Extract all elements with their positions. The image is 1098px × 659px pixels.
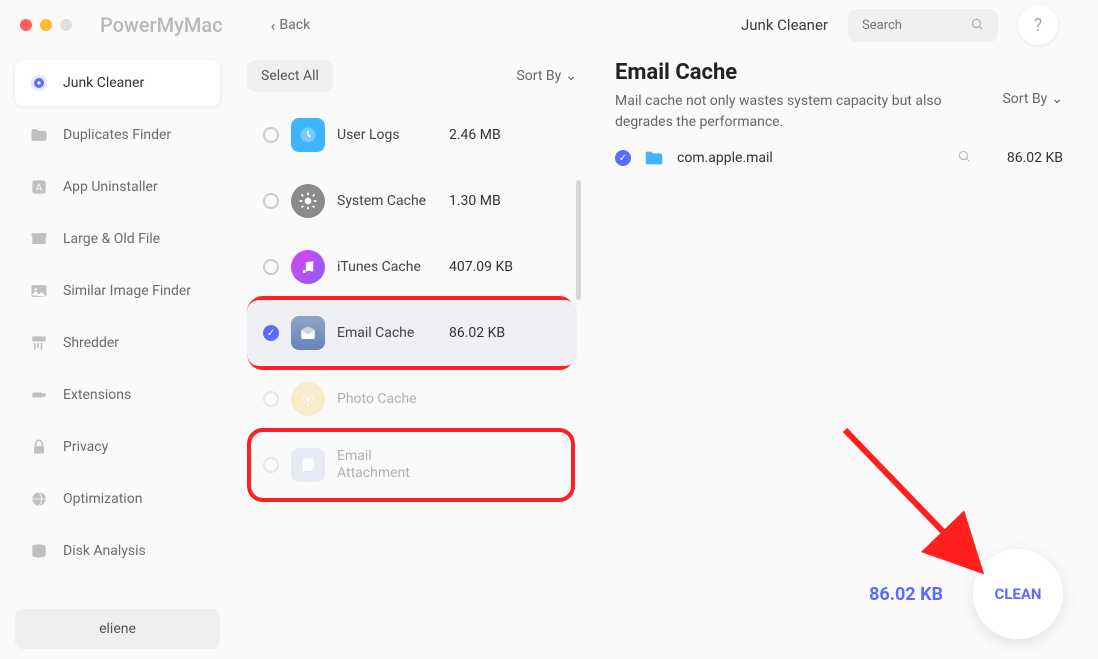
- sidebar-item-label: Disk Analysis: [63, 543, 146, 559]
- profile-button[interactable]: eliene: [15, 609, 220, 649]
- sidebar-item-label: Shredder: [63, 335, 119, 351]
- file-size: 86.02 KB: [983, 150, 1063, 166]
- category-name: Photo Cache: [337, 391, 437, 408]
- lock-icon: [29, 437, 49, 457]
- close-window[interactable]: [20, 19, 32, 31]
- clean-button[interactable]: CLEAN: [973, 549, 1063, 639]
- sidebar-item-junk-cleaner[interactable]: Junk Cleaner: [15, 60, 220, 106]
- sidebar-item-large-old[interactable]: Large & Old File: [15, 216, 220, 262]
- file-name: com.apple.mail: [677, 150, 945, 166]
- sidebar-item-privacy[interactable]: Privacy: [15, 424, 220, 470]
- sidebar-item-disk-analysis[interactable]: Disk Analysis: [15, 528, 220, 574]
- system-cache-icon: [291, 184, 325, 218]
- category-name: Email Attachment: [337, 448, 437, 482]
- sidebar-item-extensions[interactable]: Extensions: [15, 372, 220, 418]
- sidebar-item-label: Junk Cleaner: [63, 75, 144, 91]
- photo-icon: [291, 382, 325, 416]
- category-name: System Cache: [337, 193, 437, 210]
- category-size: 86.02 KB: [449, 325, 505, 341]
- app-window: PowerMyMac ‹ Back Junk Cleaner ? Junk Cl…: [0, 0, 1098, 659]
- chevron-left-icon: ‹: [271, 16, 276, 35]
- sidebar-item-duplicates[interactable]: Duplicates Finder: [15, 112, 220, 158]
- sort-by-label: Sort By: [1002, 91, 1047, 107]
- sort-by-label: Sort By: [516, 68, 561, 84]
- sidebar-item-uninstaller[interactable]: A App Uninstaller: [15, 164, 220, 210]
- detail-description: Mail cache not only wastes system capaci…: [615, 91, 975, 133]
- folder-icon: [643, 147, 665, 169]
- category-size: 407.09 KB: [449, 259, 513, 275]
- category-name: iTunes Cache: [337, 259, 437, 276]
- checkbox[interactable]: [263, 391, 279, 407]
- category-row-email-attachment[interactable]: Email Attachment: [247, 432, 577, 498]
- sidebar-item-label: Privacy: [63, 439, 108, 455]
- reveal-icon[interactable]: [957, 149, 971, 167]
- checkbox[interactable]: [263, 259, 279, 275]
- select-all-button[interactable]: Select All: [247, 60, 333, 92]
- file-row[interactable]: com.apple.mail 86.02 KB: [615, 133, 1063, 183]
- category-row-itunes-cache[interactable]: iTunes Cache 407.09 KB: [247, 234, 577, 300]
- checkbox[interactable]: [615, 150, 631, 166]
- category-size: 2.46 MB: [449, 127, 501, 143]
- total-size: 86.02 KB: [869, 584, 943, 605]
- titlebar: PowerMyMac ‹ Back Junk Cleaner ?: [0, 0, 1098, 50]
- sidebar-item-similar-image[interactable]: Similar Image Finder: [15, 268, 220, 314]
- svg-text:A: A: [36, 183, 43, 194]
- help-button[interactable]: ?: [1018, 5, 1058, 45]
- email-icon: [291, 316, 325, 350]
- sidebar-item-shredder[interactable]: Shredder: [15, 320, 220, 366]
- extension-icon: [29, 385, 49, 405]
- category-name: Email Cache: [337, 325, 437, 342]
- app-name: PowerMyMac: [100, 13, 223, 37]
- checkbox[interactable]: [263, 127, 279, 143]
- search-icon: [970, 16, 984, 35]
- header-title: Junk Cleaner: [741, 16, 828, 34]
- disk-icon: [29, 541, 49, 561]
- sidebar-item-optimization[interactable]: Optimization: [15, 476, 220, 522]
- window-controls: [20, 19, 72, 31]
- attachment-icon: [291, 448, 325, 482]
- category-row-user-logs[interactable]: User Logs 2.46 MB: [247, 102, 577, 168]
- user-logs-icon: [291, 118, 325, 152]
- chevron-down-icon: ⌄: [1051, 91, 1063, 107]
- detail-sort-by[interactable]: Sort By ⌄: [1002, 91, 1063, 107]
- back-button[interactable]: ‹ Back: [271, 16, 311, 35]
- category-row-email-cache[interactable]: Email Cache 86.02 KB: [247, 300, 577, 366]
- detail-title: Email Cache: [615, 60, 1063, 85]
- sidebar-item-label: Duplicates Finder: [63, 127, 171, 143]
- detail-panel: Email Cache Mail cache not only wastes s…: [595, 50, 1098, 659]
- shredder-icon: [29, 333, 49, 353]
- category-panel: Select All Sort By ⌄ User Logs 2.46 MB: [235, 50, 595, 659]
- app-icon: A: [29, 177, 49, 197]
- folder-icon: [29, 125, 49, 145]
- search-box[interactable]: [848, 9, 998, 42]
- category-name: User Logs: [337, 127, 437, 144]
- itunes-icon: [291, 250, 325, 284]
- sidebar-item-label: Large & Old File: [63, 231, 160, 247]
- checkbox[interactable]: [263, 325, 279, 341]
- sort-by-button[interactable]: Sort By ⌄: [516, 68, 577, 84]
- sidebar: Junk Cleaner Duplicates Finder A App Uni…: [0, 50, 235, 659]
- minimize-window[interactable]: [40, 19, 52, 31]
- search-input[interactable]: [862, 18, 962, 33]
- sidebar-item-label: Optimization: [63, 491, 142, 507]
- image-icon: [29, 281, 49, 301]
- category-list: User Logs 2.46 MB System Cache 1.30 MB: [247, 102, 577, 498]
- category-row-photo-cache[interactable]: Photo Cache: [247, 366, 577, 432]
- checkbox[interactable]: [263, 193, 279, 209]
- sidebar-item-label: App Uninstaller: [63, 179, 158, 195]
- chevron-down-icon: ⌄: [565, 68, 577, 84]
- scrollbar[interactable]: [576, 180, 581, 300]
- maximize-window[interactable]: [60, 19, 72, 31]
- checkbox[interactable]: [263, 457, 279, 473]
- globe-icon: [29, 489, 49, 509]
- sidebar-item-label: Similar Image Finder: [63, 283, 191, 299]
- category-row-system-cache[interactable]: System Cache 1.30 MB: [247, 168, 577, 234]
- sidebar-item-label: Extensions: [63, 387, 131, 403]
- category-size: 1.30 MB: [449, 193, 501, 209]
- cleaner-icon: [29, 73, 49, 93]
- box-icon: [29, 229, 49, 249]
- back-label: Back: [279, 17, 310, 33]
